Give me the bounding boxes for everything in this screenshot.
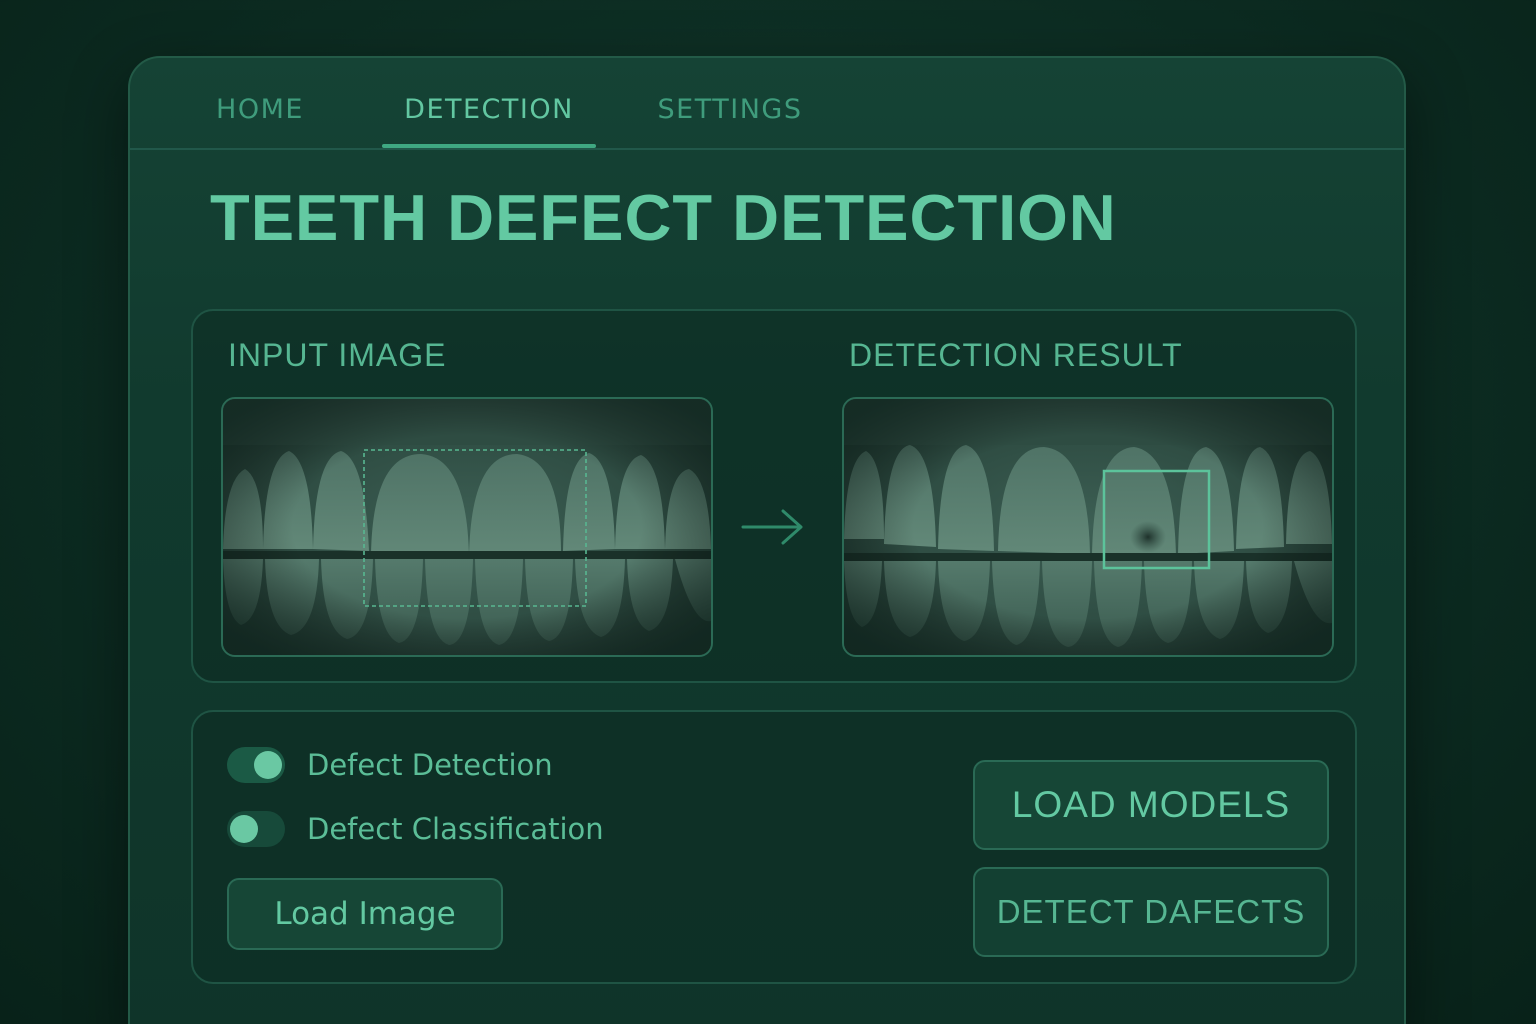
detection-result-label: DETECTION RESULT (849, 337, 1183, 373)
defect-classification-label: Defect Classification (307, 812, 604, 846)
arrow-right-icon (741, 507, 805, 551)
defect-detection-toggle-row[interactable]: Defect Detection (227, 746, 553, 784)
toggle-knob (254, 751, 282, 779)
images-panel: INPUT IMAGE DETECTION RESULT (191, 309, 1357, 683)
defect-detection-toggle[interactable] (227, 747, 285, 783)
tab-bar: HOME DETECTION SETTINGS (130, 58, 1404, 150)
toggle-knob (230, 815, 258, 843)
page-title: TEETH DEFECT DETECTION (210, 181, 1117, 254)
controls-panel: Defect Detection Defect Classification L… (191, 710, 1357, 984)
tab-home[interactable]: HOME (214, 88, 306, 148)
load-image-button[interactable]: Load Image (227, 878, 503, 950)
input-image (221, 397, 713, 657)
tab-settings[interactable]: SETTINGS (656, 88, 804, 148)
defect-detection-label: Defect Detection (307, 748, 553, 782)
detect-defects-button[interactable]: DETECT DAFECTS (973, 867, 1329, 957)
defect-classification-toggle[interactable] (227, 811, 285, 847)
defect-classification-toggle-row[interactable]: Defect Classification (227, 810, 604, 848)
app-window: HOME DETECTION SETTINGS TEETH DEFECT DET… (128, 56, 1406, 1024)
detection-result-image (842, 397, 1334, 657)
tab-detection[interactable]: DETECTION (382, 88, 596, 148)
load-models-button[interactable]: LOAD MODELS (973, 760, 1329, 850)
input-image-label: INPUT IMAGE (228, 337, 447, 373)
